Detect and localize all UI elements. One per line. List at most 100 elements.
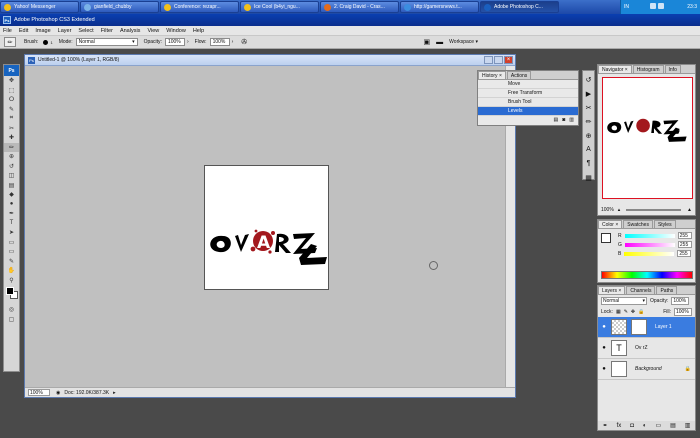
lock-all-icon[interactable]: 🔒 (638, 309, 644, 315)
network-icon[interactable] (658, 3, 665, 9)
airbrush-icon[interactable]: ✇ (241, 38, 247, 46)
taskbar-button[interactable]: 2. Craig David - Cras... (320, 1, 399, 13)
zoom-tool[interactable]: ⚲ (4, 276, 19, 286)
document-titlebar[interactable]: Ps Untitled-1 @ 100% (Layer 1, RGB/8) × (25, 55, 515, 66)
taskbar-button[interactable]: gianfield_chubby (80, 1, 159, 13)
taskbar-button[interactable]: Ice Cool (b4yi_ngu... (240, 1, 319, 13)
minimize-icon[interactable] (484, 56, 493, 64)
character-dock-icon[interactable]: A (583, 144, 594, 155)
brushes-dock-icon[interactable]: ✏ (583, 116, 594, 127)
color-foreground-swatch[interactable] (601, 233, 611, 243)
channel-slider[interactable] (624, 233, 675, 238)
canvas-area[interactable]: A (25, 66, 505, 388)
history-dock-icon[interactable]: ↺ (583, 74, 594, 85)
group-icon[interactable]: ▭ (655, 422, 661, 429)
zoom-in-icon[interactable]: ▲ (687, 207, 692, 213)
visibility-eye-icon[interactable]: ● (600, 324, 608, 330)
history-state[interactable]: Levels (478, 107, 578, 116)
history-tab-0[interactable]: History × (478, 71, 506, 79)
slice-tool[interactable]: ✂ (4, 124, 19, 134)
quick-mask-button[interactable]: ◎ (4, 305, 19, 315)
menu-filter[interactable]: Filter (101, 28, 113, 34)
quick-select-tool[interactable]: ✎ (4, 105, 19, 115)
menu-image[interactable]: Image (35, 28, 50, 34)
crop-tool[interactable]: ⌗ (4, 114, 19, 124)
color-tab-1[interactable]: Swatches (623, 220, 653, 228)
history-state[interactable]: Move (478, 80, 578, 89)
menu-window[interactable]: Window (166, 28, 186, 34)
navigator-tab-2[interactable]: Info (664, 65, 681, 73)
chevron-right-icon[interactable]: › (187, 39, 189, 45)
tool-preset-picker[interactable]: ✏ (4, 37, 16, 47)
menu-file[interactable]: File (3, 28, 12, 34)
canvas[interactable]: A (204, 165, 329, 290)
visibility-eye-icon[interactable]: ● (600, 345, 608, 351)
layer-row[interactable]: ● Layer 1 (598, 317, 695, 338)
trash-icon[interactable]: ▥ (569, 117, 574, 123)
menu-analysis[interactable]: Analysis (120, 28, 140, 34)
flow-field[interactable]: 100% (209, 38, 230, 46)
clone-source-dock-icon[interactable]: ⊕ (583, 130, 594, 141)
navigator-preview[interactable] (602, 77, 693, 199)
layers-tab-0[interactable]: Layers × (598, 286, 626, 294)
status-arrow-icon[interactable]: ▸ (113, 390, 116, 396)
taskbar-button[interactable]: http://gamersnews.t... (400, 1, 479, 13)
adjustment-layer-icon[interactable]: ◐ (643, 423, 647, 429)
new-layer-icon[interactable]: ▤ (670, 422, 676, 429)
eyedropper-tool[interactable]: ✎ (4, 257, 19, 267)
channel-value[interactable]: 255 (677, 241, 692, 248)
layers-tab-2[interactable]: Paths (656, 286, 678, 294)
history-brush-tool[interactable]: ↺ (4, 162, 19, 172)
layers-tab-1[interactable]: Channels (626, 286, 656, 294)
opacity-field[interactable]: 100% (164, 38, 185, 46)
menu-edit[interactable]: Edit (19, 28, 28, 34)
color-spectrum[interactable] (601, 271, 693, 279)
history-state[interactable]: Brush Tool (478, 98, 578, 107)
zoom-field[interactable]: 100% (28, 389, 50, 396)
lock-pixels-icon[interactable]: ✎ (624, 309, 628, 315)
close-icon[interactable]: × (504, 56, 513, 64)
layer-row[interactable]: ● T Ov rZ (598, 338, 695, 359)
layer-opacity-field[interactable]: 100% (671, 296, 690, 305)
volume-icon[interactable] (650, 3, 657, 9)
move-tool[interactable]: ✥ (4, 76, 19, 86)
eraser-tool[interactable]: ◫ (4, 171, 19, 181)
navigator-zoom[interactable]: 100% (601, 207, 614, 213)
taskbar-button[interactable]: Conference: rezapr... (160, 1, 239, 13)
layer-mask-icon[interactable]: ◘ (630, 423, 634, 429)
pen-tool[interactable]: ✒ (4, 209, 19, 219)
trash-icon[interactable]: ▥ (685, 422, 691, 429)
taskbar-button[interactable]: Yahoo! Messenger (0, 1, 79, 13)
layer-comps-dock-icon[interactable]: ▦ (583, 172, 594, 183)
lock-position-icon[interactable]: ✥ (631, 309, 635, 315)
menu-select[interactable]: Select (78, 28, 93, 34)
screen-mode-button[interactable]: ▢ (4, 315, 19, 325)
visibility-eye-icon[interactable]: ● (600, 366, 608, 372)
history-state[interactable]: Free Transform (478, 89, 578, 98)
navigator-tab-0[interactable]: Navigator × (598, 65, 632, 73)
type-tool[interactable]: T (4, 219, 19, 229)
color-tab-0[interactable]: Color × (598, 220, 623, 228)
menu-help[interactable]: Help (193, 28, 204, 34)
lock-transparency-icon[interactable]: ▦ (616, 309, 621, 315)
actions-dock-icon[interactable]: ▶ (583, 88, 594, 99)
fill-field[interactable]: 100% (674, 307, 692, 316)
chevron-right-icon[interactable]: › (232, 39, 234, 45)
status-menu-icon[interactable]: ◉ (56, 390, 60, 396)
layer-row[interactable]: ● Background 🔒 (598, 359, 695, 380)
notes-tool[interactable]: ▭ (4, 247, 19, 257)
foreground-color-swatch[interactable] (6, 287, 14, 295)
marquee-tool[interactable]: ⬚ (4, 86, 19, 96)
channel-value[interactable]: 255 (677, 232, 692, 239)
stamp-tool[interactable]: ⊕ (4, 152, 19, 162)
new-document-from-state-icon[interactable]: ▤ (554, 117, 559, 123)
history-tab-1[interactable]: Actions (506, 71, 532, 79)
healing-tool[interactable]: ✚ (4, 133, 19, 143)
tools-dock-icon[interactable]: ✂ (583, 102, 594, 113)
workspace-menu-button[interactable]: Workspace ▾ (449, 39, 478, 45)
menu-view[interactable]: View (147, 28, 159, 34)
mode-select[interactable]: Normal ▾ (75, 38, 138, 46)
language-indicator[interactable]: IN (624, 4, 629, 10)
paragraph-dock-icon[interactable]: ¶ (583, 158, 594, 169)
brush-tool[interactable]: ✏ (4, 142, 19, 152)
